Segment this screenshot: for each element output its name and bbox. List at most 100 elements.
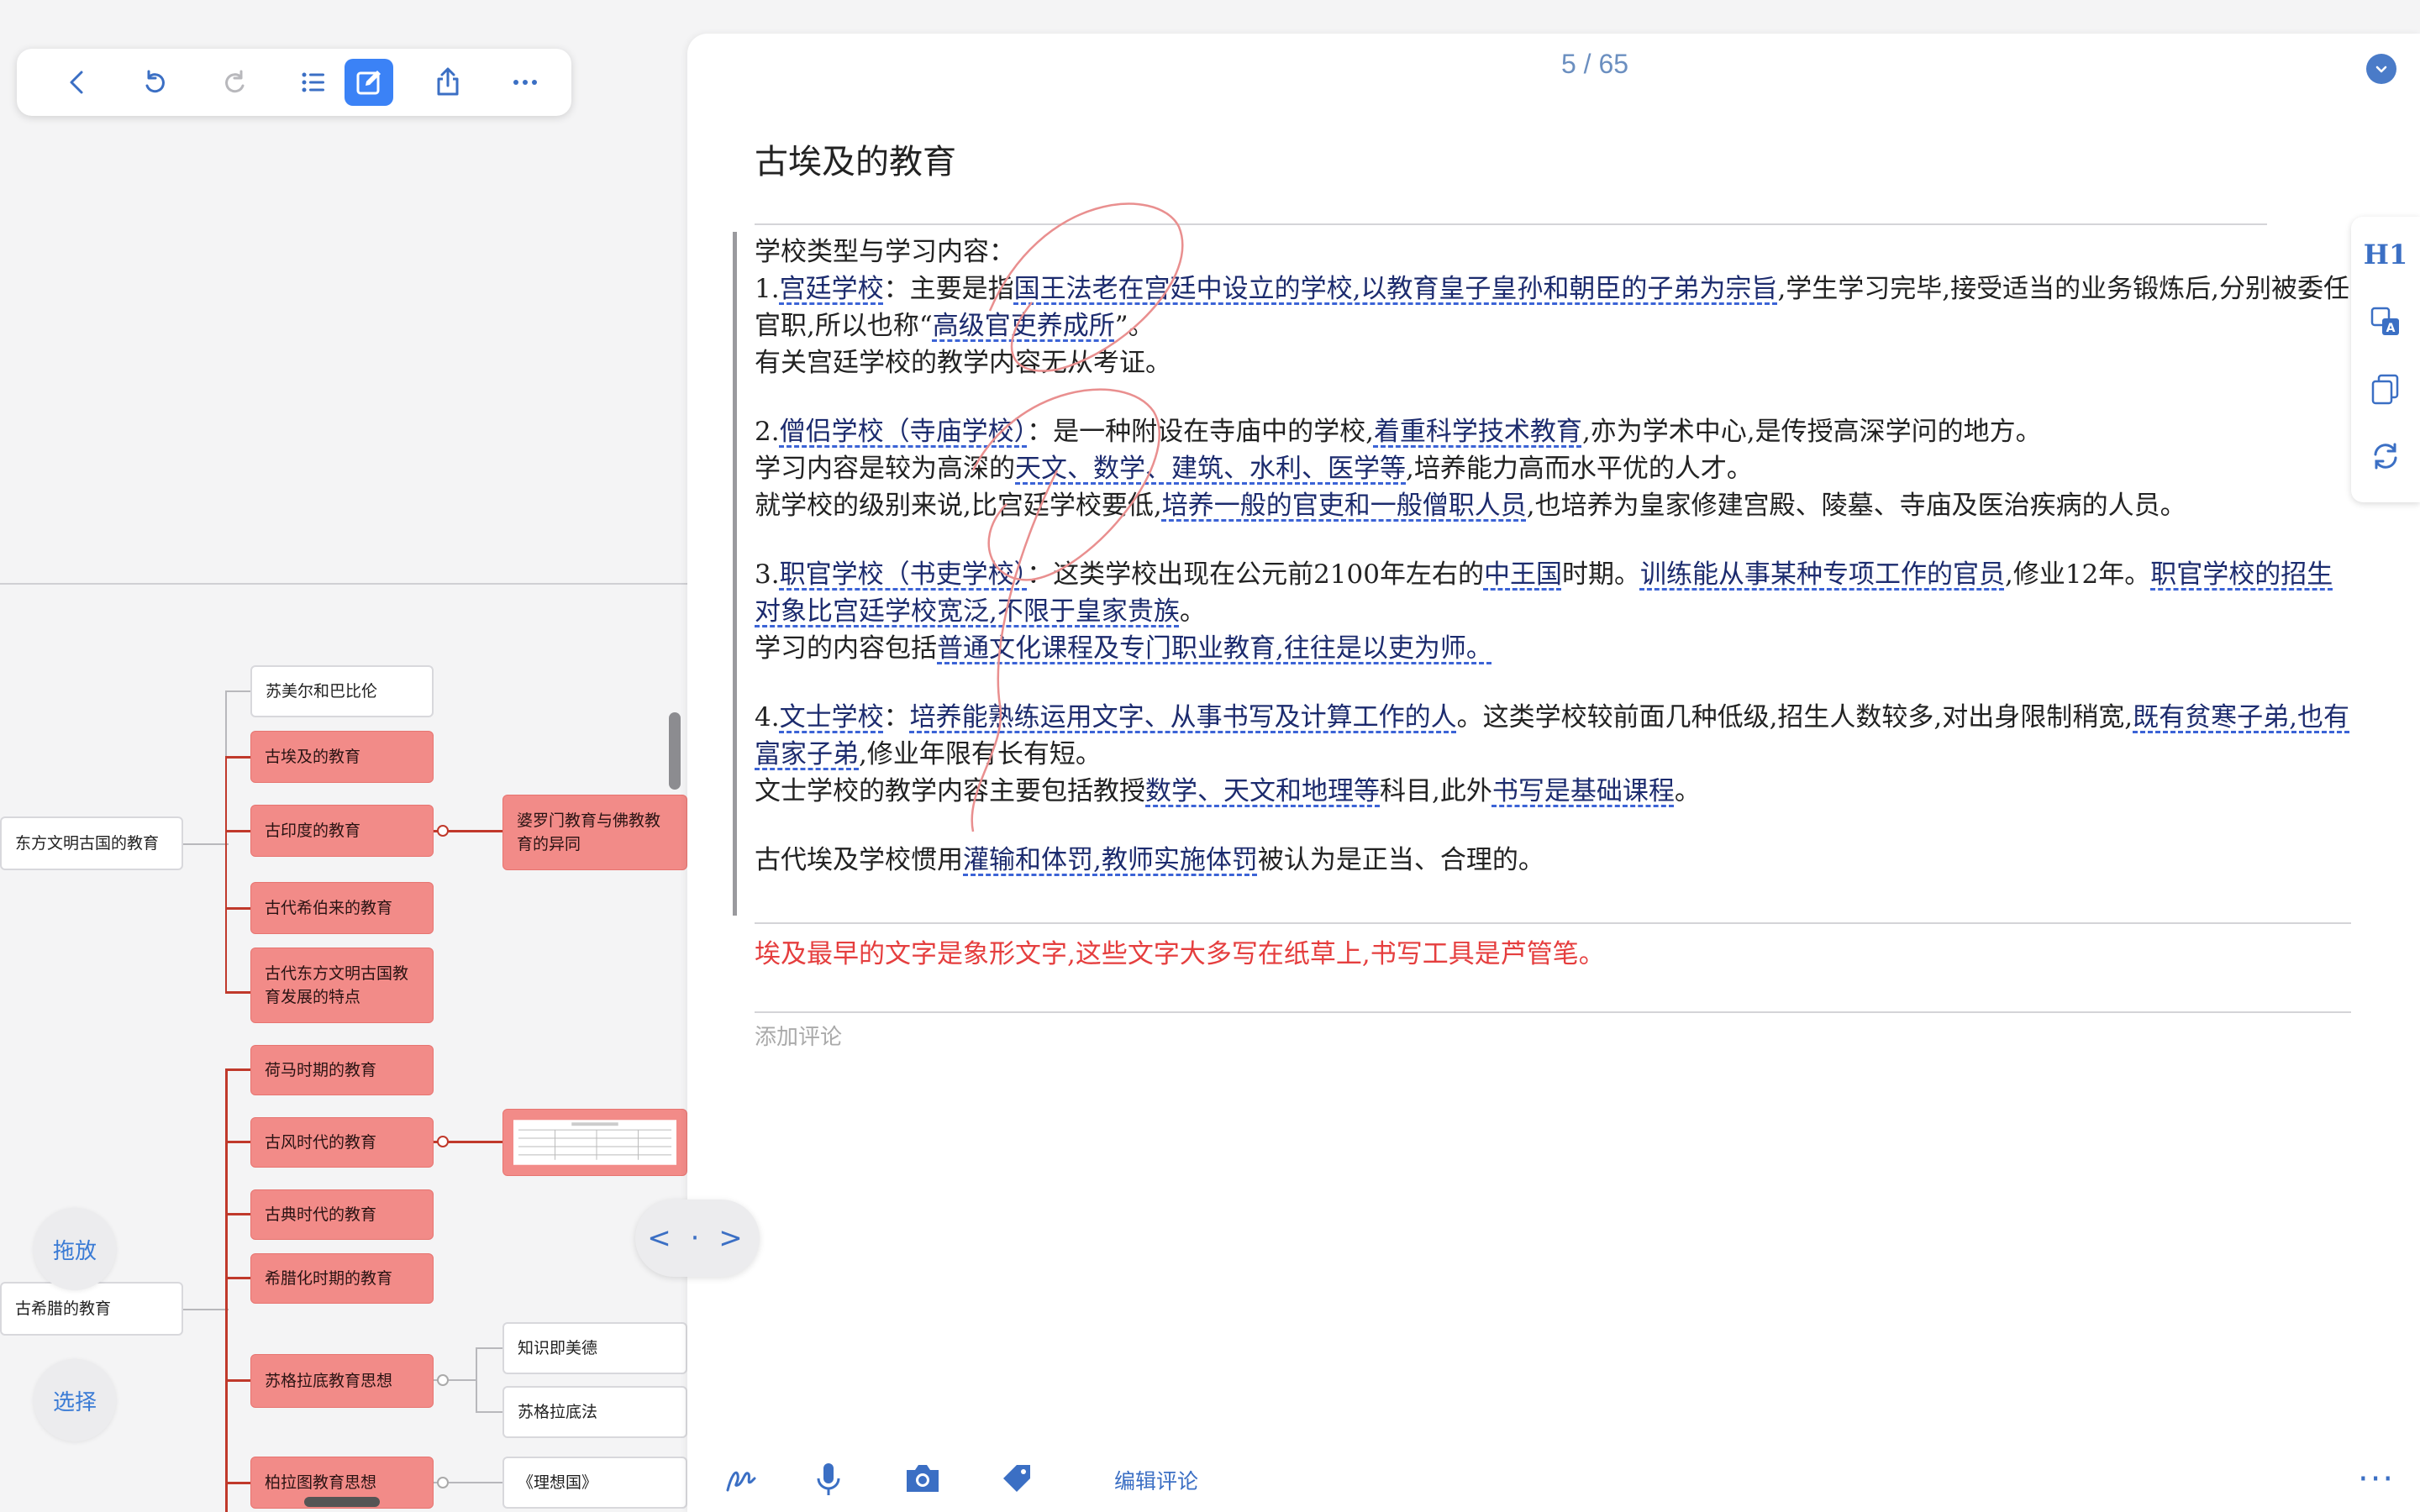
pen-scribble-icon: [726, 1471, 756, 1492]
paragraph: 文士学校的教学内容主要包括教授数学、天文和地理等科目,此外书写是基础课程。: [755, 776, 1701, 806]
mindmap-node[interactable]: 希腊化时期的教育: [250, 1253, 434, 1304]
bottom-toolbar: 编辑评论 ···: [687, 1445, 2420, 1512]
mindmap-node[interactable]: 苏格拉底教育思想: [250, 1354, 434, 1408]
paragraph: 有关宫廷学校的教学内容无从考证。: [755, 348, 1171, 378]
connector: [476, 1347, 477, 1413]
undo-icon: [145, 70, 165, 93]
copy-button[interactable]: [2365, 368, 2407, 410]
redo-icon: [225, 70, 245, 93]
share-icon: [437, 67, 459, 96]
refresh-icon: [2374, 443, 2397, 470]
connector: [225, 1068, 250, 1071]
paragraph: 学习内容是较为高深的天文、数学、建筑、水利、医学等,培养能力高而水平优的人才。: [755, 454, 1753, 484]
connector: [225, 1141, 250, 1143]
tag-icon: [1003, 1465, 1030, 1492]
camera-button[interactable]: [901, 1457, 944, 1500]
collapse-button[interactable]: [2366, 54, 2396, 84]
connector: [476, 1411, 502, 1413]
collapse-dot[interactable]: [437, 1477, 449, 1488]
collapse-dot[interactable]: [437, 1136, 449, 1147]
paragraph: 1.宫廷学校：主要是指国王法老在宫廷中设立的学校,以教育皇子皇孙和朝臣的子弟为宗…: [755, 274, 2349, 341]
document-body[interactable]: 学校类型与学习内容： 1.宫廷学校：主要是指国王法老在宫廷中设立的学校,以教育皇…: [755, 234, 2351, 879]
connector: [225, 830, 250, 832]
more-options-icon[interactable]: ···: [2358, 1460, 2395, 1499]
paragraph: 学校类型与学习内容：: [755, 237, 1015, 267]
vertical-scrollbar[interactable]: [669, 712, 681, 790]
mindmap-node[interactable]: 苏美尔和巴比伦: [250, 665, 434, 717]
mindmap-node[interactable]: 古代希伯来的教育: [250, 882, 434, 934]
mindmap-root-node[interactable]: 古希腊的教育: [0, 1282, 183, 1336]
microphone-icon: [817, 1463, 840, 1495]
mindmap-node[interactable]: 古埃及的教育: [250, 731, 434, 783]
note-text: 埃及最早的文字是象形文字,这些文字大多写在纸草上,书写工具是芦管笔。: [755, 939, 1605, 969]
collapse-dot[interactable]: [437, 1374, 449, 1386]
undo-button[interactable]: [131, 59, 180, 106]
more-icon: [513, 80, 537, 85]
share-button[interactable]: [424, 59, 472, 106]
page-indicator: 5 / 65: [1560, 49, 1629, 79]
mindmap-node[interactable]: 古代东方文明古国教育发展的特点: [250, 948, 434, 1023]
outline-icon: [302, 72, 324, 92]
paragraph: 2.僧侣学校（寺庙学校）：是一种附设在寺庙中的学校,着重科学技术教育,亦为学术中…: [755, 417, 2042, 447]
quote-bar: [733, 232, 737, 916]
svg-text:A: A: [2386, 322, 2396, 335]
more-button[interactable]: [501, 59, 550, 106]
paragraph: 就学校的级别来说,比宫廷学校要低,培养一般的官吏和一般僧职人员,也培养为皇家修建…: [755, 491, 2186, 521]
paragraph: 3.职官学校（书吏学校）：这类学校出现在公元前2100年左右的中王国时期。训练能…: [755, 559, 2333, 627]
edit-comment-button[interactable]: 编辑评论: [1114, 1465, 1198, 1495]
mindmap-node[interactable]: 知识即美德: [502, 1322, 687, 1374]
note-divider: [755, 922, 2351, 924]
edit-icon: [356, 71, 381, 95]
mindmap-root-node[interactable]: 东方文明古国的教育: [0, 816, 183, 870]
mindmap-node[interactable]: 婆罗门教育与佛教教育的异同: [502, 795, 687, 870]
connector: [225, 756, 227, 993]
title-divider: [755, 223, 2267, 225]
connector: [225, 690, 250, 692]
heading-button[interactable]: H1: [2363, 234, 2408, 276]
translate-icon: A: [2370, 307, 2399, 335]
voice-button[interactable]: [807, 1457, 850, 1500]
connector: [183, 1309, 229, 1310]
paragraph: 4.文士学校：培养能熟练运用文字、从事书写及计算工作的人。这类学校较前面几种低级…: [755, 702, 2349, 769]
connector: [225, 1213, 250, 1215]
comment-divider: [755, 1011, 2351, 1013]
back-icon: [70, 71, 83, 94]
back-button[interactable]: [54, 59, 103, 106]
outline-button[interactable]: [289, 59, 338, 106]
mindmap-node[interactable]: 《理想国》: [502, 1457, 687, 1509]
select-mode-button[interactable]: 选择: [34, 1359, 116, 1441]
refresh-button[interactable]: [2365, 435, 2407, 477]
top-toolbar: [17, 49, 571, 116]
chevron-down-icon: [2375, 66, 2387, 73]
connector: [225, 1277, 250, 1279]
heading-icon: H1: [2363, 239, 2408, 270]
mindmap-node[interactable]: 荷马时期的教育: [250, 1045, 434, 1095]
paragraph: 古代埃及学校惯用灌输和体罚,教师实施体罚被认为是正当、合理的。: [755, 845, 1544, 875]
side-toolbar: H1 A: [2351, 217, 2420, 502]
redo-button[interactable]: [210, 59, 259, 106]
tag-button[interactable]: [995, 1457, 1039, 1500]
add-comment-input[interactable]: 添加评论: [755, 1020, 842, 1051]
connector: [225, 1482, 250, 1484]
connector: [225, 1068, 228, 1512]
connector: [183, 843, 229, 845]
translate-button[interactable]: A: [2365, 301, 2407, 343]
mindmap-image-node[interactable]: [502, 1109, 687, 1176]
document-title: 古埃及的教育: [755, 143, 956, 181]
mindmap-node[interactable]: 古印度的教育: [250, 805, 434, 857]
drag-mode-button[interactable]: 拖放: [34, 1208, 116, 1290]
handwriting-button[interactable]: [719, 1457, 763, 1500]
edit-button[interactable]: [345, 59, 393, 106]
connector: [225, 756, 250, 759]
connector: [476, 1347, 502, 1349]
document-panel: 5 / 65 古埃及的教育 学校类型与学习内容： 1.宫廷学校：主要是指国王法老…: [687, 34, 2420, 1512]
connector: [225, 907, 250, 910]
horizontal-scrollbar[interactable]: [304, 1497, 380, 1507]
connector: [225, 991, 250, 994]
collapse-dot[interactable]: [437, 825, 449, 837]
pane-toggle-button[interactable]: < · >: [635, 1200, 760, 1277]
mindmap-node[interactable]: 古典时代的教育: [250, 1189, 434, 1240]
mindmap-node[interactable]: 苏格拉底法: [502, 1386, 687, 1438]
mindmap-node[interactable]: 古风时代的教育: [250, 1117, 434, 1168]
copy-icon: [2371, 374, 2399, 405]
